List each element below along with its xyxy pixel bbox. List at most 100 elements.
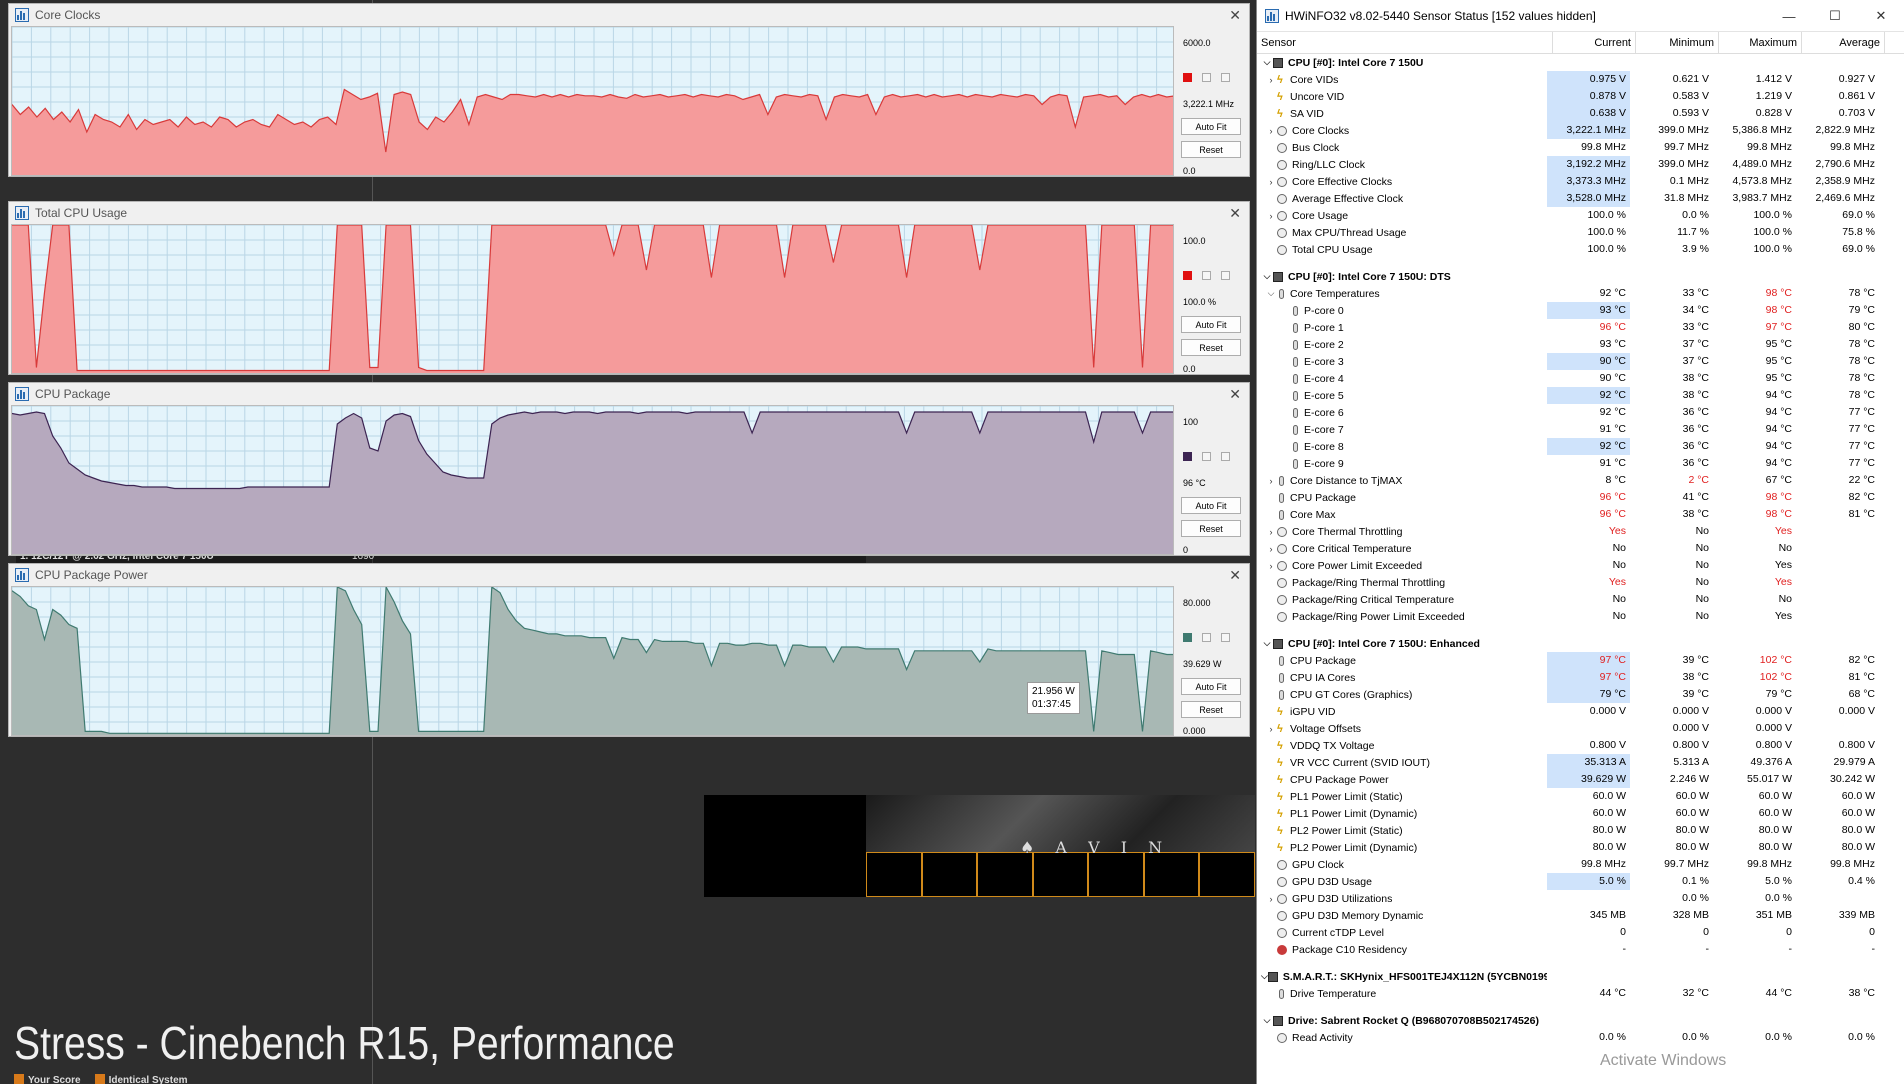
sensor-row[interactable]: CPU Package 97 °C 39 °C 102 °C 82 °C <box>1257 652 1904 669</box>
graph-swatch-2[interactable] <box>1202 271 1211 280</box>
chevron-right-icon[interactable]: › <box>1265 894 1277 904</box>
sensor-row[interactable]: ϟ VR VCC Current (SVID IOUT) 35.313 A 5.313… <box>1257 754 1904 771</box>
sensor-row[interactable]: E-core 6 92 °C 36 °C 94 °C 77 °C <box>1257 404 1904 421</box>
chevron-down-icon[interactable]: ⌵ <box>1265 288 1277 299</box>
sensor-group-header[interactable]: ⌵ Drive: Sabrent Rocket Q (B968070708B502… <box>1257 1012 1904 1029</box>
graph-plot[interactable] <box>11 26 1174 176</box>
graph-swatch-2[interactable] <box>1202 73 1211 82</box>
col-average[interactable]: Average <box>1802 31 1885 54</box>
graph-titlebar[interactable]: CPU Package Power ✕ <box>9 564 1249 586</box>
sensor-row[interactable]: Package C10 Residency - - - - <box>1257 941 1904 958</box>
chevron-down-icon[interactable]: ⌵ <box>1261 971 1268 982</box>
reset-button[interactable]: Reset <box>1181 701 1241 718</box>
graph-color-swatch[interactable] <box>1183 73 1192 82</box>
sensor-group-header[interactable]: ⌵ CPU [#0]: Intel Core 7 150U: Enhanced <box>1257 635 1904 652</box>
sensor-row[interactable]: Read Activity 0.0 % 0.0 % 0.0 % 0.0 % <box>1257 1029 1904 1046</box>
sensor-row[interactable]: › ϟ Core VIDs 0.975 V 0.621 V 1.412 V 0.927 V <box>1257 71 1904 88</box>
col-maximum[interactable]: Maximum <box>1719 31 1802 54</box>
chevron-right-icon[interactable]: › <box>1265 75 1277 85</box>
sensor-row[interactable]: Average Effective Clock 3,528.0 MHz 31.8 M… <box>1257 190 1904 207</box>
chevron-right-icon[interactable]: › <box>1265 476 1277 486</box>
sensor-row[interactable]: P-core 0 93 °C 34 °C 98 °C 79 °C <box>1257 302 1904 319</box>
sensor-row[interactable]: ϟ VDDQ TX Voltage 0.800 V 0.800 V 0.800 V 0.8… <box>1257 737 1904 754</box>
close-icon[interactable]: ✕ <box>1229 567 1241 584</box>
graph-plot[interactable] <box>11 405 1174 555</box>
sensor-row[interactable]: Ring/LLC Clock 3,192.2 MHz 399.0 MHz 4,489.… <box>1257 156 1904 173</box>
sensor-row[interactable]: E-core 2 93 °C 37 °C 95 °C 78 °C <box>1257 336 1904 353</box>
auto-fit-button[interactable]: Auto Fit <box>1181 118 1241 135</box>
sensor-row[interactable]: › Core Power Limit Exceeded No No Yes <box>1257 557 1904 574</box>
hwinfo-titlebar[interactable]: HWiNFO32 v8.02-5440 Sensor Status [152 v… <box>1257 0 1904 32</box>
sensor-row[interactable]: › Core Distance to TjMAX 8 °C 2 °C 67 °C 22 °… <box>1257 472 1904 489</box>
chevron-right-icon[interactable]: › <box>1265 211 1277 221</box>
graph-swatch-3[interactable] <box>1221 633 1230 642</box>
sensor-row[interactable]: Core Max 96 °C 38 °C 98 °C 81 °C <box>1257 506 1904 523</box>
chevron-right-icon[interactable]: › <box>1265 544 1277 554</box>
sensor-row[interactable]: Bus Clock 99.8 MHz 99.7 MHz 99.8 MHz 99.8 MH… <box>1257 139 1904 156</box>
sensor-row[interactable]: E-core 8 92 °C 36 °C 94 °C 77 °C <box>1257 438 1904 455</box>
sensor-row[interactable]: Drive Temperature 44 °C 32 °C 44 °C 38 °C <box>1257 985 1904 1002</box>
sensor-row[interactable]: P-core 1 96 °C 33 °C 97 °C 80 °C <box>1257 319 1904 336</box>
sensor-row[interactable]: ϟ PL2 Power Limit (Dynamic) 80.0 W 80.0 W 80… <box>1257 839 1904 856</box>
sensor-row[interactable]: ϟ CPU Package Power 39.629 W 2.246 W 55.017 … <box>1257 771 1904 788</box>
sensor-row[interactable]: E-core 7 91 °C 36 °C 94 °C 77 °C <box>1257 421 1904 438</box>
chevron-right-icon[interactable]: › <box>1265 527 1277 537</box>
graph-swatch-3[interactable] <box>1221 271 1230 280</box>
sensor-row[interactable]: Max CPU/Thread Usage 100.0 % 11.7 % 100.0 %… <box>1257 224 1904 241</box>
sensor-row[interactable]: › ϟ Voltage Offsets 0.000 V 0.000 V <box>1257 720 1904 737</box>
sensor-row[interactable]: ϟ PL1 Power Limit (Static) 60.0 W 60.0 W 60.… <box>1257 788 1904 805</box>
sensor-row[interactable]: › GPU D3D Utilizations 0.0 % 0.0 % <box>1257 890 1904 907</box>
close-icon[interactable]: ✕ <box>1229 386 1241 403</box>
auto-fit-button[interactable]: Auto Fit <box>1181 316 1241 333</box>
maximize-button[interactable]: ☐ <box>1812 0 1858 32</box>
sensor-row[interactable]: ϟ PL2 Power Limit (Static) 80.0 W 80.0 W 80.… <box>1257 822 1904 839</box>
graph-titlebar[interactable]: CPU Package ✕ <box>9 383 1249 405</box>
graph-swatch-3[interactable] <box>1221 452 1230 461</box>
reset-button[interactable]: Reset <box>1181 141 1241 158</box>
sensor-row[interactable]: ⌵ Core Temperatures 92 °C 33 °C 98 °C 78 °C <box>1257 285 1904 302</box>
sensor-row[interactable]: Total CPU Usage 100.0 % 3.9 % 100.0 % 69.0 % <box>1257 241 1904 258</box>
sensor-row[interactable]: Current cTDP Level 0 0 0 0 <box>1257 924 1904 941</box>
sensor-row[interactable]: Package/Ring Critical Temperature No No No <box>1257 591 1904 608</box>
chevron-down-icon[interactable]: ⌵ <box>1261 271 1273 282</box>
chevron-right-icon[interactable]: › <box>1265 561 1277 571</box>
graph-plot[interactable] <box>11 586 1174 736</box>
close-icon[interactable]: ✕ <box>1229 205 1241 222</box>
sensor-row[interactable]: ϟ SA VID 0.638 V 0.593 V 0.828 V 0.703 V <box>1257 105 1904 122</box>
sensor-row[interactable]: ϟ Uncore VID 0.878 V 0.583 V 1.219 V 0.861 V <box>1257 88 1904 105</box>
sensor-row[interactable]: E-core 3 90 °C 37 °C 95 °C 78 °C <box>1257 353 1904 370</box>
sensor-row[interactable]: Package/Ring Power Limit Exceeded No No Yes <box>1257 608 1904 625</box>
graph-swatch-3[interactable] <box>1221 73 1230 82</box>
sensor-group-header[interactable]: ⌵ S.M.A.R.T.: SKHynix_HFS001TEJ4X112N (5Y… <box>1257 968 1904 985</box>
sensor-row[interactable]: › Core Critical Temperature No No No <box>1257 540 1904 557</box>
auto-fit-button[interactable]: Auto Fit <box>1181 678 1241 695</box>
chevron-right-icon[interactable]: › <box>1265 724 1277 734</box>
sensor-row[interactable]: CPU Package 96 °C 41 °C 98 °C 82 °C <box>1257 489 1904 506</box>
chevron-down-icon[interactable]: ⌵ <box>1261 638 1273 649</box>
sensor-row[interactable]: GPU Clock 99.8 MHz 99.7 MHz 99.8 MHz 99.8 MH… <box>1257 856 1904 873</box>
graph-swatch-2[interactable] <box>1202 452 1211 461</box>
sensor-row[interactable]: GPU D3D Memory Dynamic 345 MB 328 MB 351 MB… <box>1257 907 1904 924</box>
sensor-row[interactable]: GPU D3D Usage 5.0 % 0.1 % 5.0 % 0.4 % <box>1257 873 1904 890</box>
col-sensor[interactable]: Sensor <box>1257 31 1553 54</box>
reset-button[interactable]: Reset <box>1181 520 1241 537</box>
sensor-row[interactable]: E-core 4 90 °C 38 °C 95 °C 78 °C <box>1257 370 1904 387</box>
sensor-group-header[interactable]: ⌵ CPU [#0]: Intel Core 7 150U <box>1257 54 1904 71</box>
close-icon[interactable]: ✕ <box>1229 7 1241 24</box>
sensor-row[interactable]: E-core 5 92 °C 38 °C 94 °C 78 °C <box>1257 387 1904 404</box>
sensor-row[interactable]: CPU GT Cores (Graphics) 79 °C 39 °C 79 °C 68… <box>1257 686 1904 703</box>
auto-fit-button[interactable]: Auto Fit <box>1181 497 1241 514</box>
graph-plot[interactable] <box>11 224 1174 374</box>
col-current[interactable]: Current <box>1553 31 1636 54</box>
graph-color-swatch[interactable] <box>1183 271 1192 280</box>
graph-swatch-2[interactable] <box>1202 633 1211 642</box>
sensor-group-header[interactable]: ⌵ CPU [#0]: Intel Core 7 150U: DTS <box>1257 268 1904 285</box>
sensor-row[interactable]: ϟ iGPU VID 0.000 V 0.000 V 0.000 V 0.000 V <box>1257 703 1904 720</box>
minimize-button[interactable]: — <box>1766 0 1812 32</box>
chevron-down-icon[interactable]: ⌵ <box>1261 57 1273 68</box>
sensor-row[interactable]: Package/Ring Thermal Throttling Yes No Yes <box>1257 574 1904 591</box>
sensor-row[interactable]: E-core 9 91 °C 36 °C 94 °C 77 °C <box>1257 455 1904 472</box>
chevron-right-icon[interactable]: › <box>1265 177 1277 187</box>
close-button[interactable]: ✕ <box>1858 0 1904 32</box>
graph-titlebar[interactable]: Total CPU Usage ✕ <box>9 202 1249 224</box>
